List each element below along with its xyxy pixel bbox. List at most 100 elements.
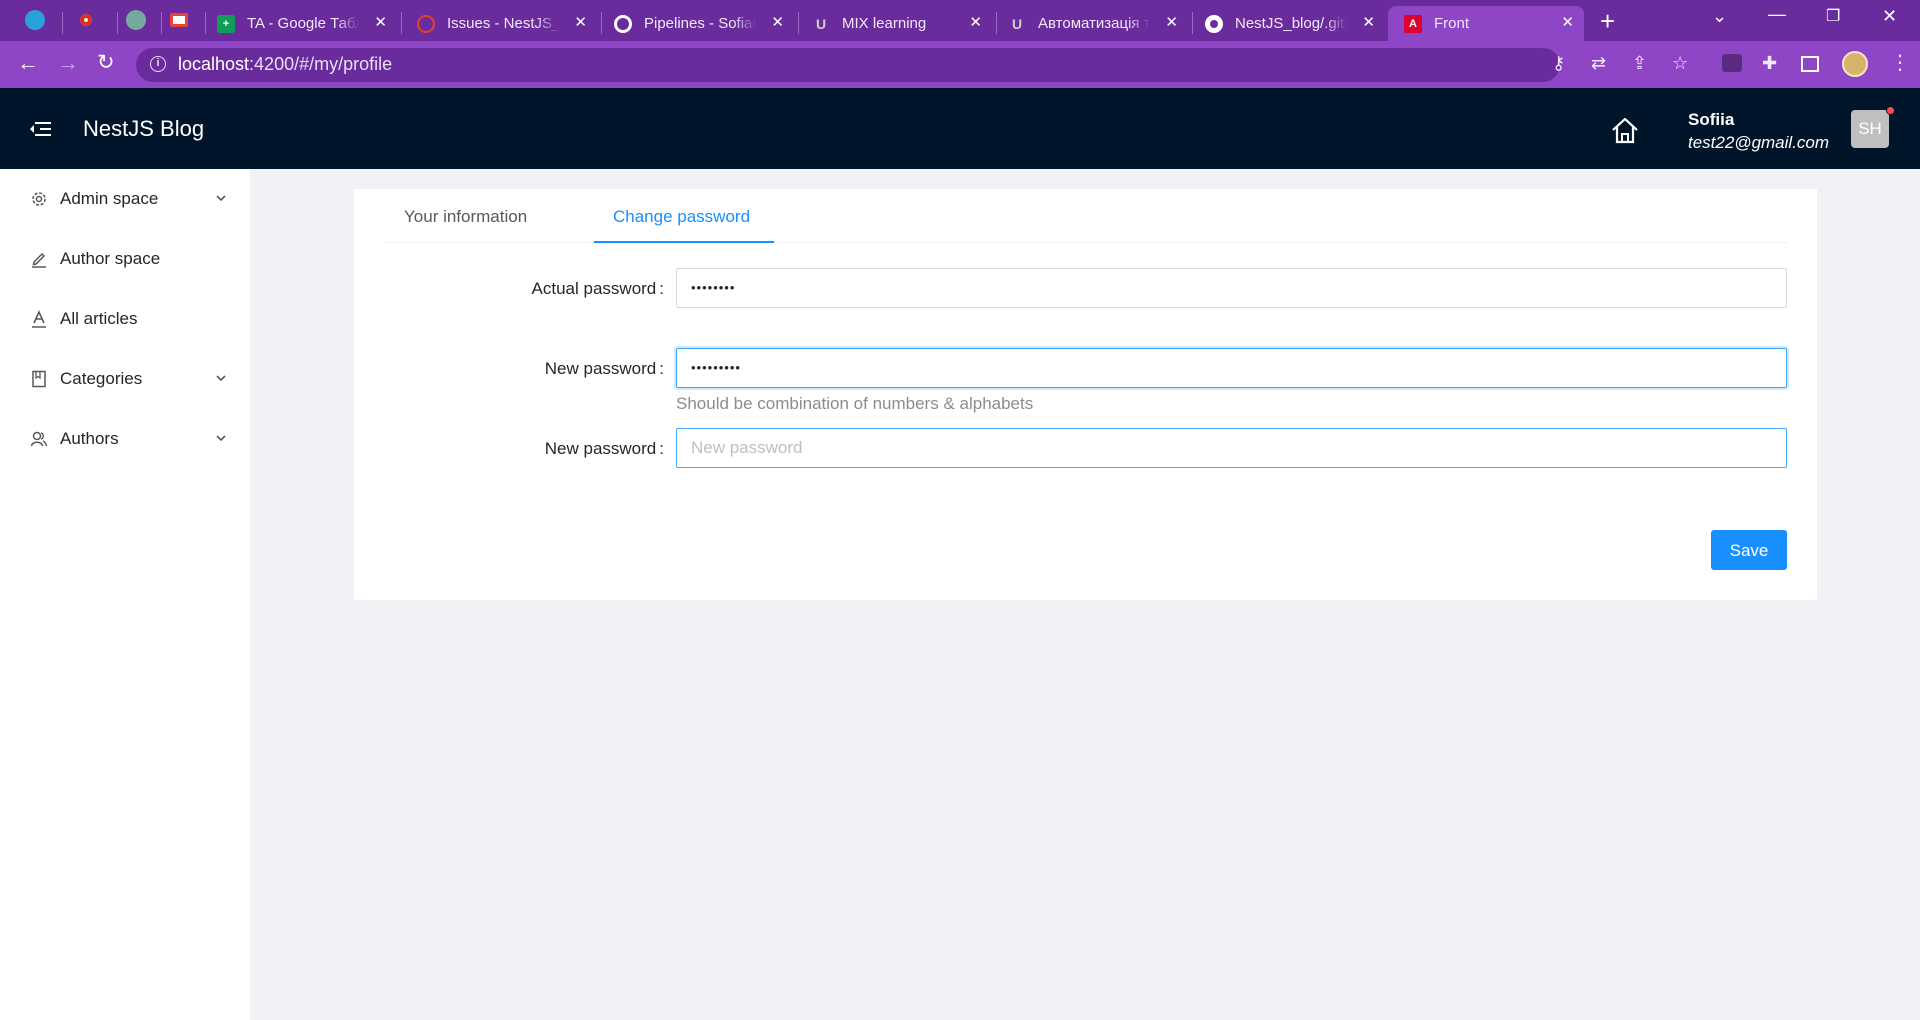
close-tab-icon[interactable]: ✕ — [969, 15, 982, 31]
close-tab-icon[interactable]: ✕ — [1362, 15, 1375, 31]
github-icon — [1205, 14, 1223, 33]
tab-separator — [798, 12, 799, 34]
url-path: :4200/#/my/profile — [249, 54, 393, 74]
browser-tab[interactable]: NestJS_blog/.githu ✕ — [1205, 6, 1385, 41]
browser-tab[interactable]: + TA - Google Табли ✕ — [217, 6, 397, 41]
tab-search-chevron-icon[interactable]: ⌄ — [1712, 6, 1727, 27]
new-password-label: New password: — [544, 359, 664, 378]
menu-fold-icon[interactable] — [30, 120, 52, 138]
minimize-window-icon[interactable]: — — [1768, 4, 1786, 25]
chatgpt-pinned-tab-icon[interactable] — [126, 10, 146, 30]
back-arrow-icon[interactable]: ← — [17, 52, 39, 74]
new-password-input[interactable]: ••••••••• — [676, 348, 1787, 388]
close-window-icon[interactable]: ✕ — [1882, 6, 1897, 27]
save-button[interactable]: Save — [1711, 530, 1787, 570]
sidebar-item-admin-space[interactable]: Admin space — [0, 179, 250, 219]
new-password-help-text: Should be combination of numbers & alpha… — [676, 394, 1034, 413]
user-avatar[interactable]: SH — [1851, 110, 1889, 148]
chevron-down-icon — [216, 375, 226, 382]
sidebar-item-authors[interactable]: Authors — [0, 419, 250, 459]
confirm-password-label: New password: — [544, 439, 664, 458]
sidebar-item-label: Author space — [60, 249, 161, 268]
team-icon — [30, 431, 48, 447]
browser-tab-title: Issues - NestJS_bl — [447, 15, 559, 32]
close-tab-icon[interactable]: ✕ — [1561, 15, 1574, 31]
browser-tab[interactable]: U MIX learning ✕ — [812, 6, 992, 41]
extensions-puzzle-icon[interactable]: ✚ — [1762, 54, 1777, 72]
home-icon[interactable] — [1610, 116, 1640, 144]
forward-arrow-icon[interactable]: → — [57, 52, 79, 74]
address-bar-url[interactable]: localhost:4200/#/my/profile — [178, 54, 392, 75]
angular-icon: A — [1404, 14, 1422, 33]
new-password-value: ••••••••• — [691, 360, 741, 375]
mix-icon: U — [815, 15, 827, 32]
close-tab-icon[interactable]: ✕ — [1165, 15, 1178, 31]
sidebar: Admin space Author space All articles Ca… — [0, 169, 250, 1020]
tab-your-information[interactable]: Your information — [404, 207, 527, 227]
actual-password-value: •••••••• — [691, 280, 736, 295]
extension-app-icon[interactable] — [1722, 54, 1742, 72]
pipeline-icon — [614, 14, 632, 33]
user-email: test22@gmail.com — [1688, 133, 1830, 152]
tab-separator — [601, 12, 602, 34]
key-icon[interactable]: ⚷ — [1552, 54, 1565, 72]
sidebar-item-label: Admin space — [60, 189, 159, 208]
sidebar-item-label: Categories — [60, 369, 143, 388]
close-tab-icon[interactable]: ✕ — [771, 15, 784, 31]
app-brand-title[interactable]: NestJS Blog — [83, 116, 204, 142]
browser-tab[interactable]: Issues - NestJS_bl ✕ — [417, 6, 597, 41]
sidebar-item-author-space[interactable]: Author space — [0, 239, 250, 279]
tab-separator — [161, 12, 162, 34]
browser-tab-title: Pipelines - SofiaG — [644, 15, 756, 32]
bookmark-star-icon[interactable]: ☆ — [1672, 54, 1688, 72]
restore-window-icon[interactable]: ❐ — [1826, 6, 1840, 26]
close-tab-icon[interactable]: ✕ — [574, 15, 587, 31]
translate-icon[interactable]: ⇄ — [1591, 54, 1606, 72]
profile-card — [354, 189, 1817, 600]
browser-profile-avatar[interactable] — [1842, 51, 1868, 77]
sidebar-item-categories[interactable]: Categories — [0, 359, 250, 399]
gear-icon — [32, 192, 46, 206]
cloud-icon — [417, 14, 435, 33]
sheets-icon: + — [217, 14, 235, 33]
actual-password-label: Actual password: — [531, 279, 664, 298]
tab-separator — [996, 12, 997, 34]
actual-password-input[interactable]: •••••••• — [676, 268, 1787, 308]
tab-separator — [117, 12, 118, 34]
tab-separator — [401, 12, 402, 34]
sidebar-item-all-articles[interactable]: All articles — [0, 299, 250, 339]
record-pinned-tab-icon[interactable] — [76, 10, 96, 30]
edit-icon — [32, 252, 46, 268]
browser-tab-active[interactable]: A Front ✕ — [1388, 6, 1584, 41]
browser-menu-icon[interactable]: ⋮ — [1890, 53, 1910, 73]
browser-tab[interactable]: Pipelines - SofiaG ✕ — [614, 6, 794, 41]
site-info-icon[interactable]: i — [150, 56, 166, 72]
sidebar-item-label: Authors — [60, 429, 119, 448]
tab-separator — [205, 12, 206, 34]
share-icon[interactable]: ⇪ — [1632, 54, 1647, 72]
url-host: localhost — [178, 54, 250, 74]
confirm-password-placeholder: New password — [691, 438, 803, 457]
notification-dot — [1886, 106, 1895, 115]
side-panel-icon[interactable] — [1801, 56, 1819, 72]
browser-tab-title: TA - Google Табли — [247, 15, 359, 32]
chevron-down-icon — [216, 435, 226, 442]
font-icon — [32, 310, 46, 328]
browser-tab-title: Front — [1434, 15, 1470, 32]
browser-tab[interactable]: U Автоматизація те ✕ — [1008, 6, 1188, 41]
tab-change-password[interactable]: Change password — [613, 207, 750, 227]
chevron-down-icon — [216, 195, 226, 202]
telegram-pinned-tab-icon[interactable] — [25, 10, 45, 30]
browser-tab-title: NestJS_blog/.githu — [1235, 15, 1347, 32]
reload-icon[interactable]: ↻ — [97, 52, 115, 74]
tab-separator — [62, 12, 63, 34]
new-tab-plus-icon[interactable]: + — [1600, 8, 1615, 34]
sidebar-item-label: All articles — [60, 309, 138, 328]
mix-icon: U — [1011, 15, 1023, 32]
browser-tab-title: MIX learning — [842, 15, 927, 32]
browser-tab-title: Автоматизація те — [1038, 15, 1150, 32]
gmail-pinned-tab-icon[interactable] — [170, 13, 188, 27]
confirm-password-input[interactable]: New password — [676, 428, 1787, 468]
close-tab-icon[interactable]: ✕ — [374, 15, 387, 31]
tab-separator — [1192, 12, 1193, 34]
